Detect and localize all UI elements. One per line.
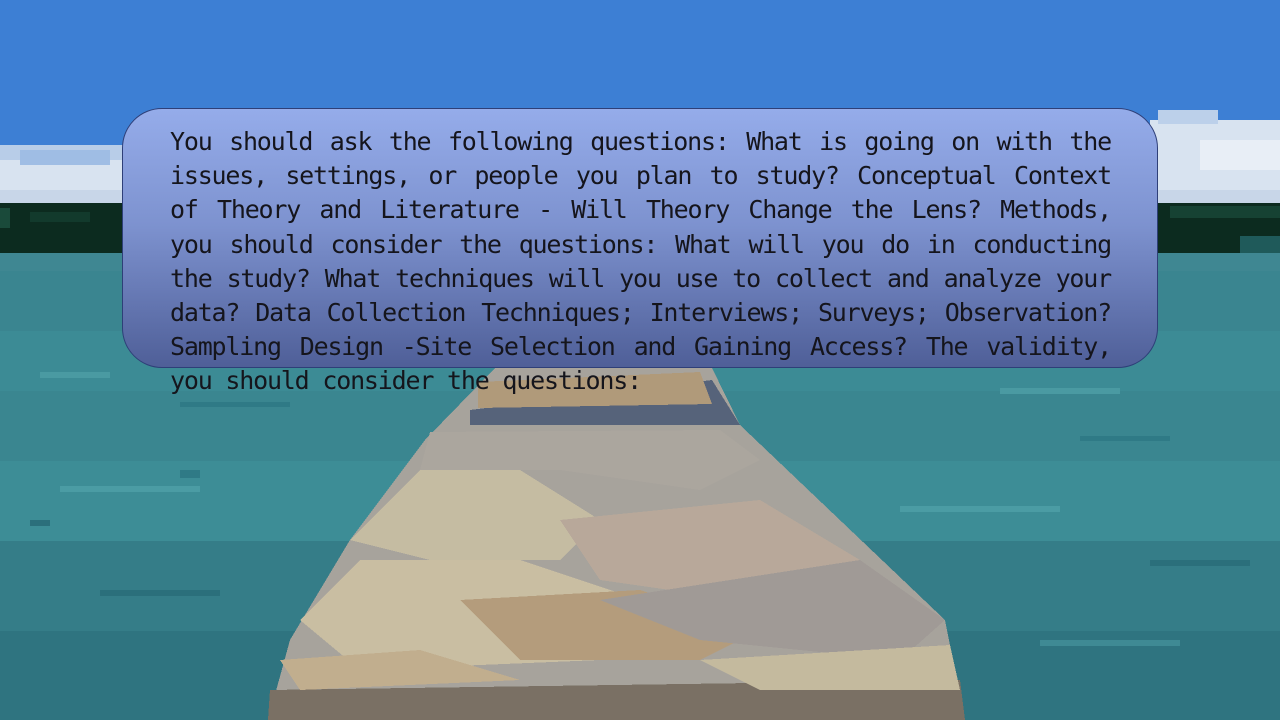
dialog-box[interactable]: You should ask the following questions: … [122,108,1158,395]
dialog-text: You should ask the following questions: … [170,127,1112,396]
